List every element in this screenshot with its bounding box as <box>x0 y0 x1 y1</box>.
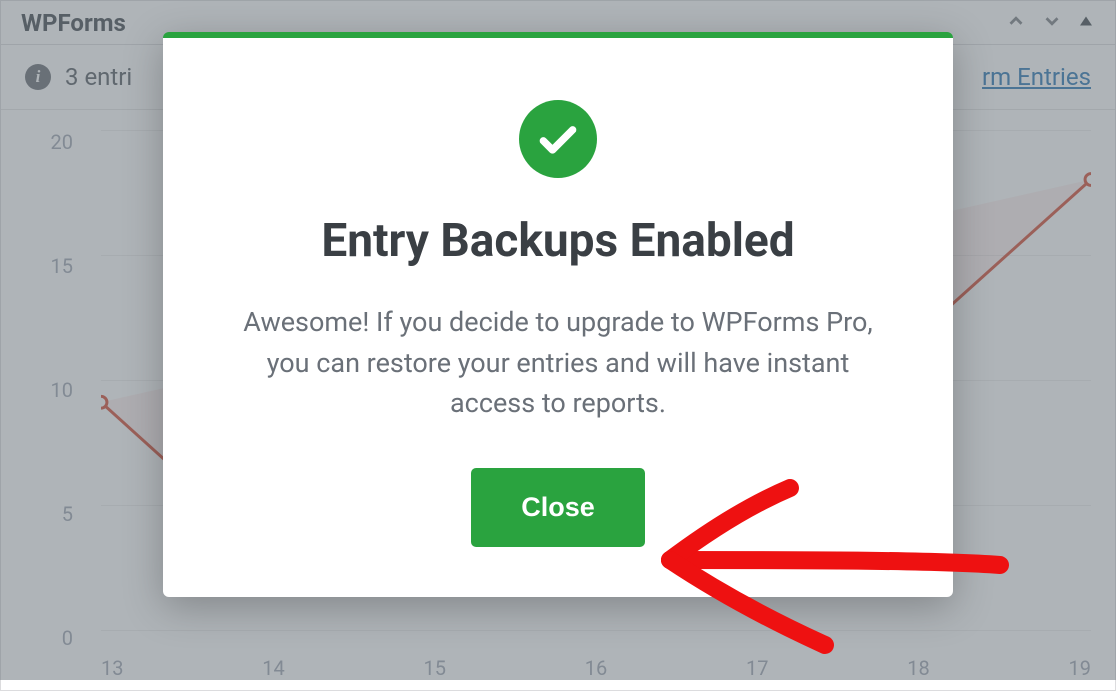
close-button[interactable]: Close <box>471 468 645 547</box>
entry-backups-modal: Entry Backups Enabled Awesome! If you de… <box>163 32 953 597</box>
modal-body: Awesome! If you decide to upgrade to WPF… <box>213 302 903 424</box>
modal-overlay: Entry Backups Enabled Awesome! If you de… <box>0 0 1116 680</box>
success-check-icon <box>519 100 597 178</box>
modal-title: Entry Backups Enabled <box>213 214 903 268</box>
